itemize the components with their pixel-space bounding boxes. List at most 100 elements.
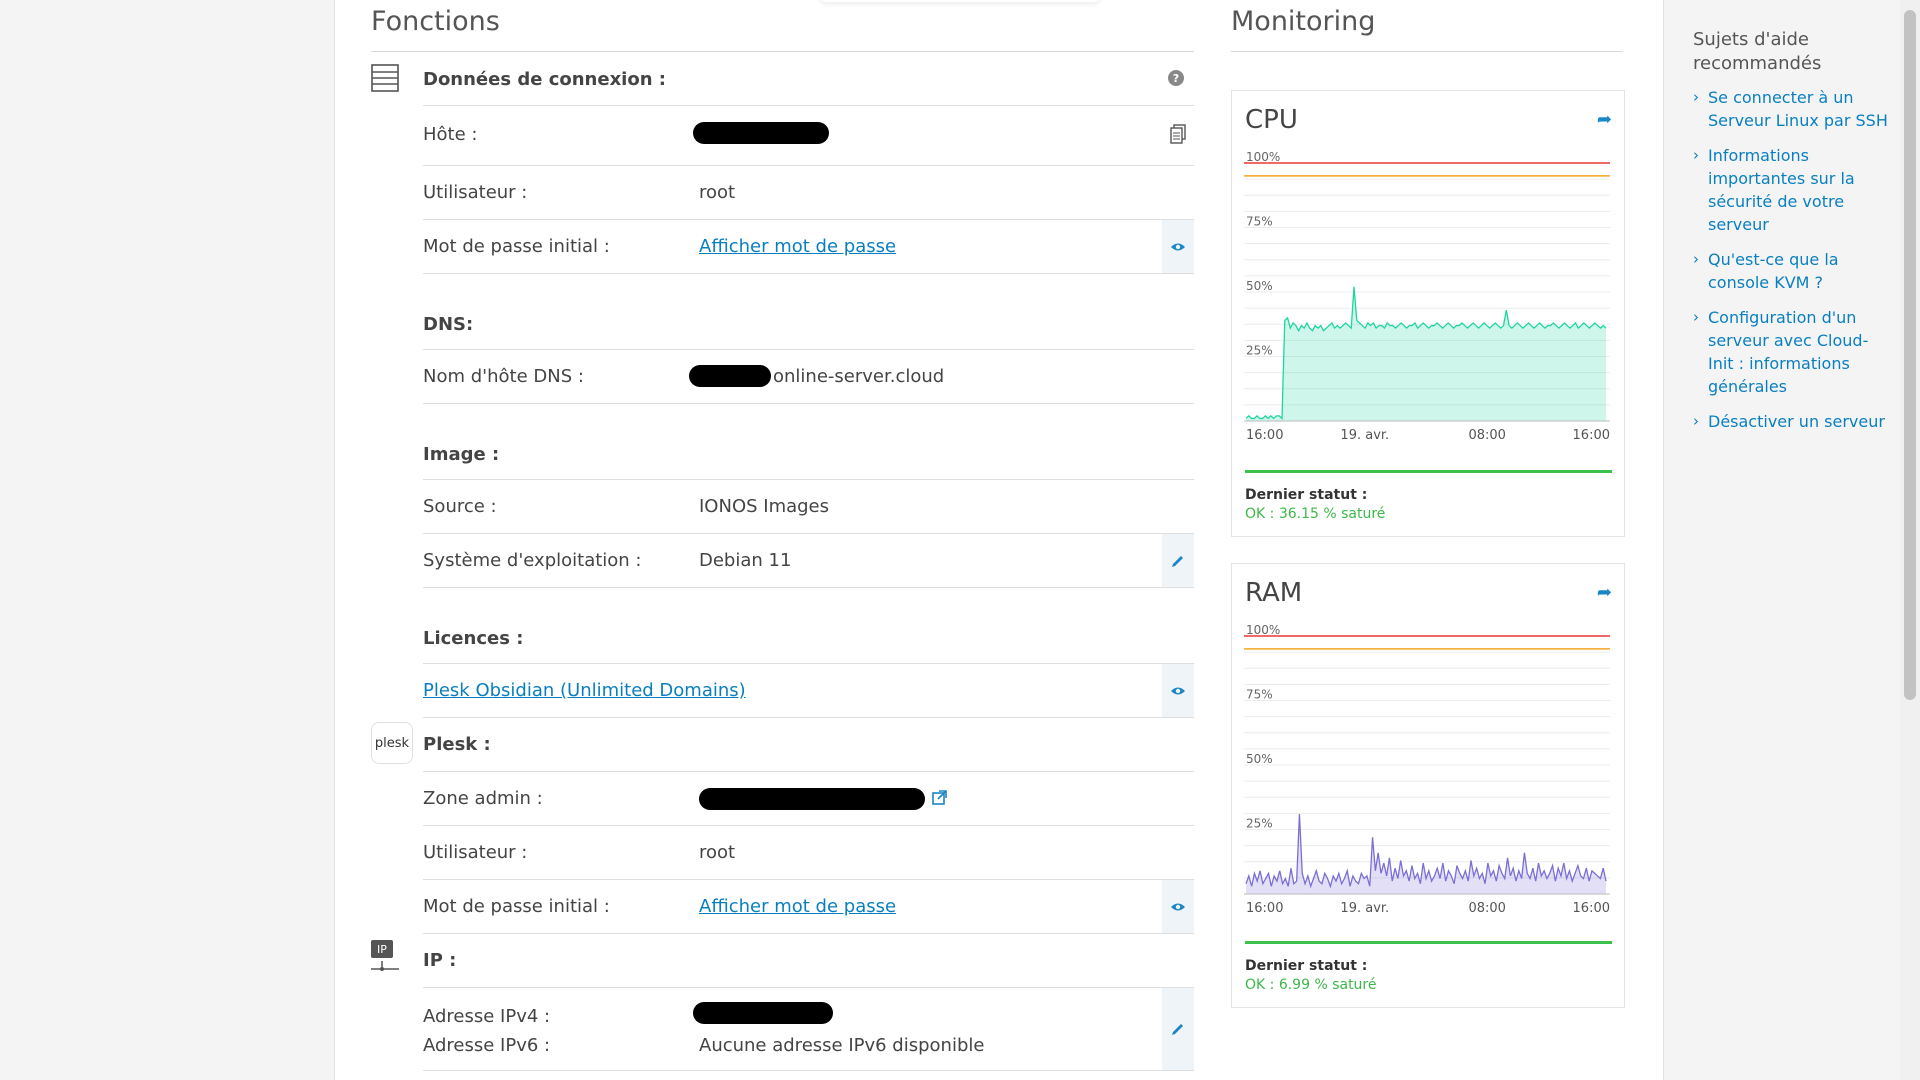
- ip-logo-text: IP: [371, 940, 393, 958]
- ipv6-label: Adresse IPv6 :: [423, 1035, 551, 1056]
- licences-heading: Licences :: [423, 628, 524, 649]
- chevron-right-icon: ›: [1693, 412, 1699, 430]
- ram-y-tick-label: 75%: [1246, 688, 1273, 702]
- source-row: Source : IONOS Images: [423, 480, 1194, 534]
- ram-title: RAM: [1245, 578, 1303, 608]
- server-list-icon: [371, 64, 401, 94]
- page-scrollbar[interactable]: [1900, 0, 1920, 1080]
- help-link-label: Se connecter à un Serveur Linux par SSH: [1708, 88, 1888, 130]
- help-link-kvm[interactable]: › Qu'est-ce que la console KVM ?: [1693, 248, 1893, 294]
- os-value: Debian 11: [699, 550, 792, 571]
- ram-x-tick-label: 16:00: [1573, 901, 1610, 916]
- cpu-y-tick-label: 75%: [1246, 215, 1273, 229]
- pencil-icon[interactable]: [1162, 534, 1194, 587]
- ram-x-tick-label: 19. avr.: [1340, 901, 1389, 916]
- user-value: root: [699, 182, 736, 203]
- plesk-user-row: Utilisateur : root: [423, 826, 1194, 880]
- ipv4-label: Adresse IPv4 :: [423, 1006, 551, 1027]
- dns-hostname-label: Nom d'hôte DNS :: [423, 366, 584, 387]
- cpu-x-tick-label: 08:00: [1468, 428, 1505, 443]
- host-label: Hôte :: [423, 124, 478, 145]
- help-link-ssh[interactable]: › Se connecter à un Serveur Linux par SSH: [1693, 86, 1893, 132]
- password-row: Mot de passe initial : Afficher mot de p…: [423, 220, 1194, 274]
- help-link-label: Informations importantes sur la sécurité…: [1708, 146, 1855, 234]
- host-value-redacted: [693, 122, 829, 144]
- chevron-right-icon: ›: [1693, 146, 1699, 164]
- ram-y-tick-label: 50%: [1246, 752, 1273, 766]
- help-link-label: Configuration d'un serveur avec Cloud-In…: [1708, 308, 1869, 396]
- cpu-status-value: OK : 36.15 % saturé: [1245, 506, 1386, 522]
- cpu-card: CPU ➦ 100% 75% 50% 25% 16:00 19. avr. 08:00 16:…: [1231, 90, 1625, 537]
- ram-y-tick-label: 25%: [1246, 817, 1273, 831]
- plesk-admin-url-redacted[interactable]: [699, 788, 925, 810]
- plesk-header-row: Plesk :: [423, 718, 1194, 772]
- help-link-label: Qu'est-ce que la console KVM ?: [1708, 250, 1839, 292]
- plesk-show-password-link[interactable]: Afficher mot de passe: [699, 896, 896, 917]
- help-link-deactivate[interactable]: › Désactiver un serveur: [1693, 410, 1893, 433]
- plesk-logo: plesk: [371, 722, 413, 764]
- connection-header-row: Données de connexion : ?: [423, 52, 1194, 106]
- eye-icon[interactable]: [1162, 220, 1194, 273]
- dns-hostname-row: Nom d'hôte DNS : online-server.cloud: [423, 350, 1194, 404]
- help-link-cloud-init[interactable]: › Configuration d'un serveur avec Cloud-I…: [1693, 306, 1893, 398]
- plesk-user-value: root: [699, 842, 736, 863]
- cpu-x-tick-label: 19. avr.: [1340, 428, 1389, 443]
- ram-x-tick-label: 16:00: [1246, 901, 1283, 916]
- ip-network-icon: IP: [371, 940, 399, 972]
- plesk-licence-link[interactable]: Plesk Obsidian (Unlimited Domains): [423, 680, 746, 701]
- eye-icon[interactable]: [1162, 880, 1194, 933]
- plesk-admin-label: Zone admin :: [423, 788, 543, 809]
- connection-heading: Données de connexion :: [423, 69, 666, 90]
- ram-chart: 100% 75% 50% 25% 16:00 19. avr. 08:00 16:00: [1244, 624, 1610, 916]
- chevron-right-icon: ›: [1693, 250, 1699, 268]
- functions-title: Fonctions: [371, 6, 500, 37]
- password-label: Mot de passe initial :: [423, 236, 610, 257]
- os-row: Système d'exploitation : Debian 11: [423, 534, 1194, 588]
- ram-card: RAM ➦ 100% 75% 50% 25% 16:00 19. avr. 08:00 16:…: [1231, 563, 1625, 1008]
- ipv6-value: Aucune adresse IPv6 disponible: [699, 1035, 985, 1056]
- ram-y-tick-label: 100%: [1246, 624, 1280, 637]
- ipv4-value-redacted: [693, 1002, 833, 1024]
- ip-heading: IP :: [423, 950, 457, 971]
- source-label: Source :: [423, 496, 497, 517]
- cpu-status-bar: [1245, 470, 1612, 473]
- copy-icon[interactable]: [1170, 124, 1186, 149]
- ip-address-row: Adresse IPv4 : Adresse IPv6 : Aucune adr…: [423, 988, 1194, 1071]
- ram-status-bar: [1245, 941, 1612, 944]
- help-title: Sujets d'aide recommandés: [1693, 29, 1822, 74]
- os-label: Système d'exploitation :: [423, 550, 642, 571]
- dns-header-row: DNS:: [423, 274, 1194, 350]
- ram-x-tick-label: 08:00: [1468, 901, 1505, 916]
- cpu-status-label: Dernier statut :: [1245, 487, 1368, 503]
- cpu-y-tick-label: 50%: [1246, 279, 1273, 293]
- cpu-y-tick-label: 25%: [1246, 344, 1273, 358]
- cpu-x-tick-label: 16:00: [1246, 428, 1283, 443]
- licences-header-row: Licences :: [423, 588, 1194, 664]
- cpu-chart: 100% 75% 50% 25% 16:00 19. avr. 08:00 16:00: [1244, 151, 1610, 443]
- cpu-area-fill: [1246, 286, 1606, 421]
- ram-status-value: OK : 6.99 % saturé: [1245, 977, 1377, 993]
- cpu-title: CPU: [1245, 105, 1298, 135]
- source-value: IONOS Images: [699, 496, 830, 517]
- eye-icon[interactable]: [1162, 664, 1194, 717]
- help-link-label: Désactiver un serveur: [1708, 412, 1885, 431]
- show-password-link[interactable]: Afficher mot de passe: [699, 236, 896, 257]
- image-header-row: Image :: [423, 404, 1194, 480]
- help-link-security[interactable]: › Informations importantes sur la sécurit…: [1693, 144, 1893, 236]
- dns-hostname-suffix: online-server.cloud: [773, 366, 945, 387]
- ram-status-label: Dernier statut :: [1245, 958, 1368, 974]
- licence-row: Plesk Obsidian (Unlimited Domains): [423, 664, 1194, 718]
- scrollbar-thumb[interactable]: [1904, 10, 1916, 700]
- dns-heading: DNS:: [423, 314, 474, 335]
- plesk-admin-row: Zone admin :: [423, 772, 1194, 826]
- ip-header-row: IP :: [423, 934, 1194, 988]
- share-arrow-icon[interactable]: ➦: [1597, 109, 1612, 130]
- image-heading: Image :: [423, 444, 500, 465]
- top-tab-shadow: [820, 0, 1100, 2]
- external-link-icon[interactable]: [932, 789, 947, 810]
- user-label: Utilisateur :: [423, 182, 528, 203]
- pencil-icon[interactable]: [1162, 988, 1194, 1070]
- monitoring-title: Monitoring: [1231, 6, 1376, 37]
- share-arrow-icon[interactable]: ➦: [1597, 582, 1612, 603]
- question-icon[interactable]: ?: [1168, 70, 1184, 86]
